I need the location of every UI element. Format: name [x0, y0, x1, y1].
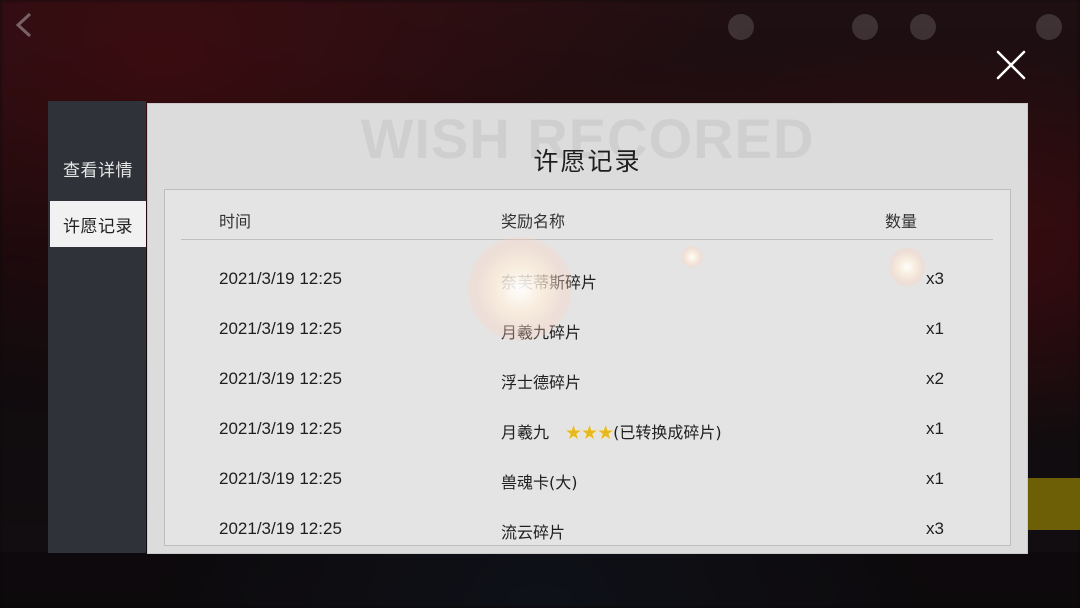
column-header-time: 时间 — [219, 212, 252, 231]
table-row: 2021/3/19 12:25 兽魂卡(大) x1 — [165, 454, 1010, 504]
row-quantity: x1 — [926, 469, 944, 488]
table-row: 2021/3/19 12:25 月羲九 ★★★(已转换成碎片) x1 — [165, 404, 1010, 454]
side-tab-label: 许愿记录 — [63, 216, 133, 237]
close-button[interactable] — [992, 46, 1030, 84]
table-row: 2021/3/19 12:25 月羲九碎片 x1 — [165, 304, 1010, 354]
side-tab-view-details[interactable]: 查看详情 — [50, 145, 146, 191]
settings-icon — [1036, 14, 1062, 40]
row-time: 2021/3/19 12:25 — [219, 519, 342, 538]
row-time: 2021/3/19 12:25 — [219, 419, 342, 438]
row-reward-name: 流云碎片 — [501, 523, 566, 542]
row-quantity: x1 — [926, 419, 944, 438]
table-row: 2021/3/19 12:25 奈芙蒂斯碎片 x3 — [165, 254, 1010, 304]
top-bar — [0, 0, 1080, 50]
back-arrow-icon — [15, 12, 32, 38]
table-row: 2021/3/19 12:25 浮士德碎片 x2 — [165, 354, 1010, 404]
row-reward-name: 兽魂卡(大) — [501, 473, 578, 492]
header-divider — [181, 239, 993, 240]
row-quantity: x3 — [926, 269, 944, 288]
currency-icon — [852, 14, 878, 40]
row-reward-name: 浮士德碎片 — [501, 373, 582, 392]
side-tab-wish-record[interactable]: 许愿记录 — [50, 201, 146, 247]
row-time: 2021/3/19 12:25 — [219, 469, 342, 488]
star-rating-icon: ★★★ — [565, 422, 614, 444]
column-header-quantity: 数量 — [885, 212, 918, 231]
panel-title: 许愿记录 — [533, 147, 642, 176]
row-time: 2021/3/19 12:25 — [219, 369, 342, 388]
bottom-bar-background — [0, 552, 1080, 608]
row-reward-name: 奈芙蒂斯碎片 — [501, 273, 598, 292]
wish-record-panel: WISH RECORED 许愿记录 时间 奖励名称 数量 2021/3/19 1… — [147, 103, 1028, 554]
wish-record-table[interactable]: 时间 奖励名称 数量 2021/3/19 12:25 奈芙蒂斯碎片 x3 202… — [164, 189, 1011, 546]
table-header: 时间 奖励名称 数量 — [165, 190, 1010, 240]
close-icon — [996, 50, 1026, 80]
conversion-note: (已转换成碎片) — [613, 423, 722, 442]
reward-name-text: 月羲九 — [501, 423, 550, 442]
row-reward-name: 月羲九碎片 — [501, 323, 582, 342]
row-reward-name: 月羲九 ★★★(已转换成碎片) — [501, 419, 722, 444]
currency-icon — [910, 14, 936, 40]
side-navigation: 查看详情 许愿记录 — [48, 101, 146, 553]
row-quantity: x1 — [926, 319, 944, 338]
row-time: 2021/3/19 12:25 — [219, 269, 342, 288]
row-quantity: x2 — [926, 369, 944, 388]
side-tab-label: 查看详情 — [63, 160, 133, 181]
row-quantity: x3 — [926, 519, 944, 538]
table-row: 2021/3/19 12:25 流云碎片 x3 — [165, 504, 1010, 545]
background-decoration — [1025, 478, 1080, 530]
row-time: 2021/3/19 12:25 — [219, 319, 342, 338]
column-header-reward-name: 奖励名称 — [501, 212, 566, 231]
currency-icon — [728, 14, 754, 40]
